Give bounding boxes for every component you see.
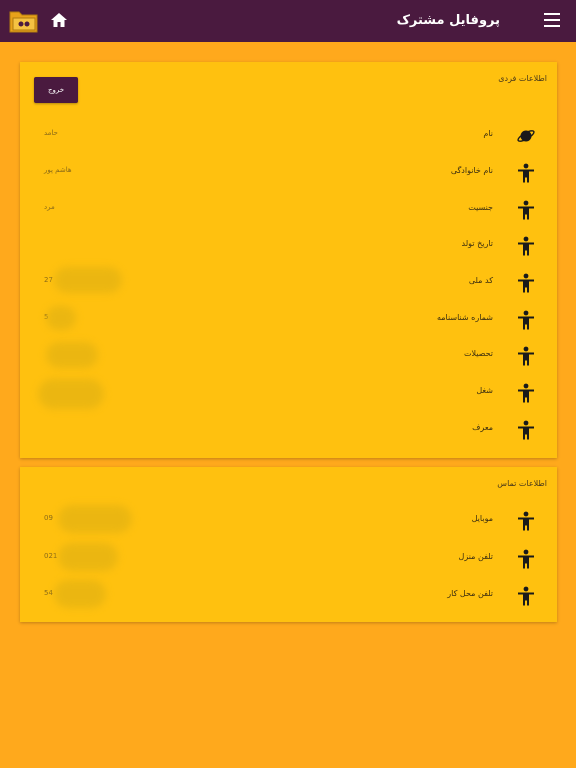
logout-button[interactable]: خروج [34,77,78,103]
contact-row-work-phone: تلفن محل کار 54 [20,580,557,608]
info-row-last-name: نام خانوادگی هاشم پور [20,161,557,185]
redaction-blur [58,505,132,533]
planet-icon [517,126,535,146]
contact-info-card: اطلاعات تماس موبایل 09 تلفن منزل 021 تلف… [20,467,557,622]
personal-info-card: اطلاعات فردی خروج نام حامد نام خانوادگی … [20,62,557,458]
row-value: حامد [44,129,58,137]
row-label: نام [483,129,493,138]
row-value: مرد [44,203,55,211]
redaction-blur [54,267,122,293]
row-value: 09 [44,514,53,522]
person-icon [517,383,535,403]
app-bar: پروفایل مشترک [0,0,576,42]
row-value: 021 [44,552,58,560]
redaction-blur [38,379,104,409]
row-label: شغل [476,386,493,395]
home-icon[interactable] [50,11,68,29]
row-value: 54 [44,589,53,597]
row-label: تلفن محل کار [447,589,493,598]
contact-row-mobile: موبایل 09 [20,505,557,533]
contact-info-title: اطلاعات تماس [497,479,547,488]
info-row-education: تحصیلات [20,342,557,368]
redaction-blur [54,580,106,608]
info-row-birth-date: تاریخ تولد [20,234,557,258]
person-icon [517,236,535,256]
row-label: موبایل [471,514,493,523]
person-icon [517,200,535,220]
person-icon [517,586,535,606]
redaction-blur [46,342,98,368]
menu-icon[interactable] [544,13,560,27]
row-label: شماره شناسنامه [436,313,493,322]
info-row-first-name: نام حامد [20,124,557,148]
row-value: هاشم پور [44,166,72,174]
redaction-blur [46,306,76,330]
row-label: جنسیت [468,203,493,212]
row-label: معرف [472,423,493,432]
contact-row-home-phone: تلفن منزل 021 [20,543,557,571]
folder-icon[interactable] [8,7,40,35]
page-title: پروفایل مشترک [396,13,500,28]
person-icon [517,163,535,183]
personal-info-title: اطلاعات فردی [498,74,547,83]
info-row-gender: جنسیت مرد [20,198,557,222]
info-row-referrer: معرف [20,418,557,442]
row-value: 27 [44,276,53,284]
redaction-blur [58,543,118,571]
row-label: تحصیلات [463,349,493,358]
info-row-id-number: شماره شناسنامه 5 [20,306,557,332]
person-icon [517,346,535,366]
info-row-job: شغل [20,379,557,409]
person-icon [517,273,535,293]
row-label: تاریخ تولد [461,239,493,248]
person-icon [517,511,535,531]
person-icon [517,310,535,330]
row-label: نام خانوادگی [450,166,493,175]
person-icon [517,549,535,569]
person-icon [517,420,535,440]
info-row-national-code: کد ملی 27 [20,267,557,295]
row-label: تلفن منزل [458,552,493,561]
row-label: کد ملی [468,276,493,285]
